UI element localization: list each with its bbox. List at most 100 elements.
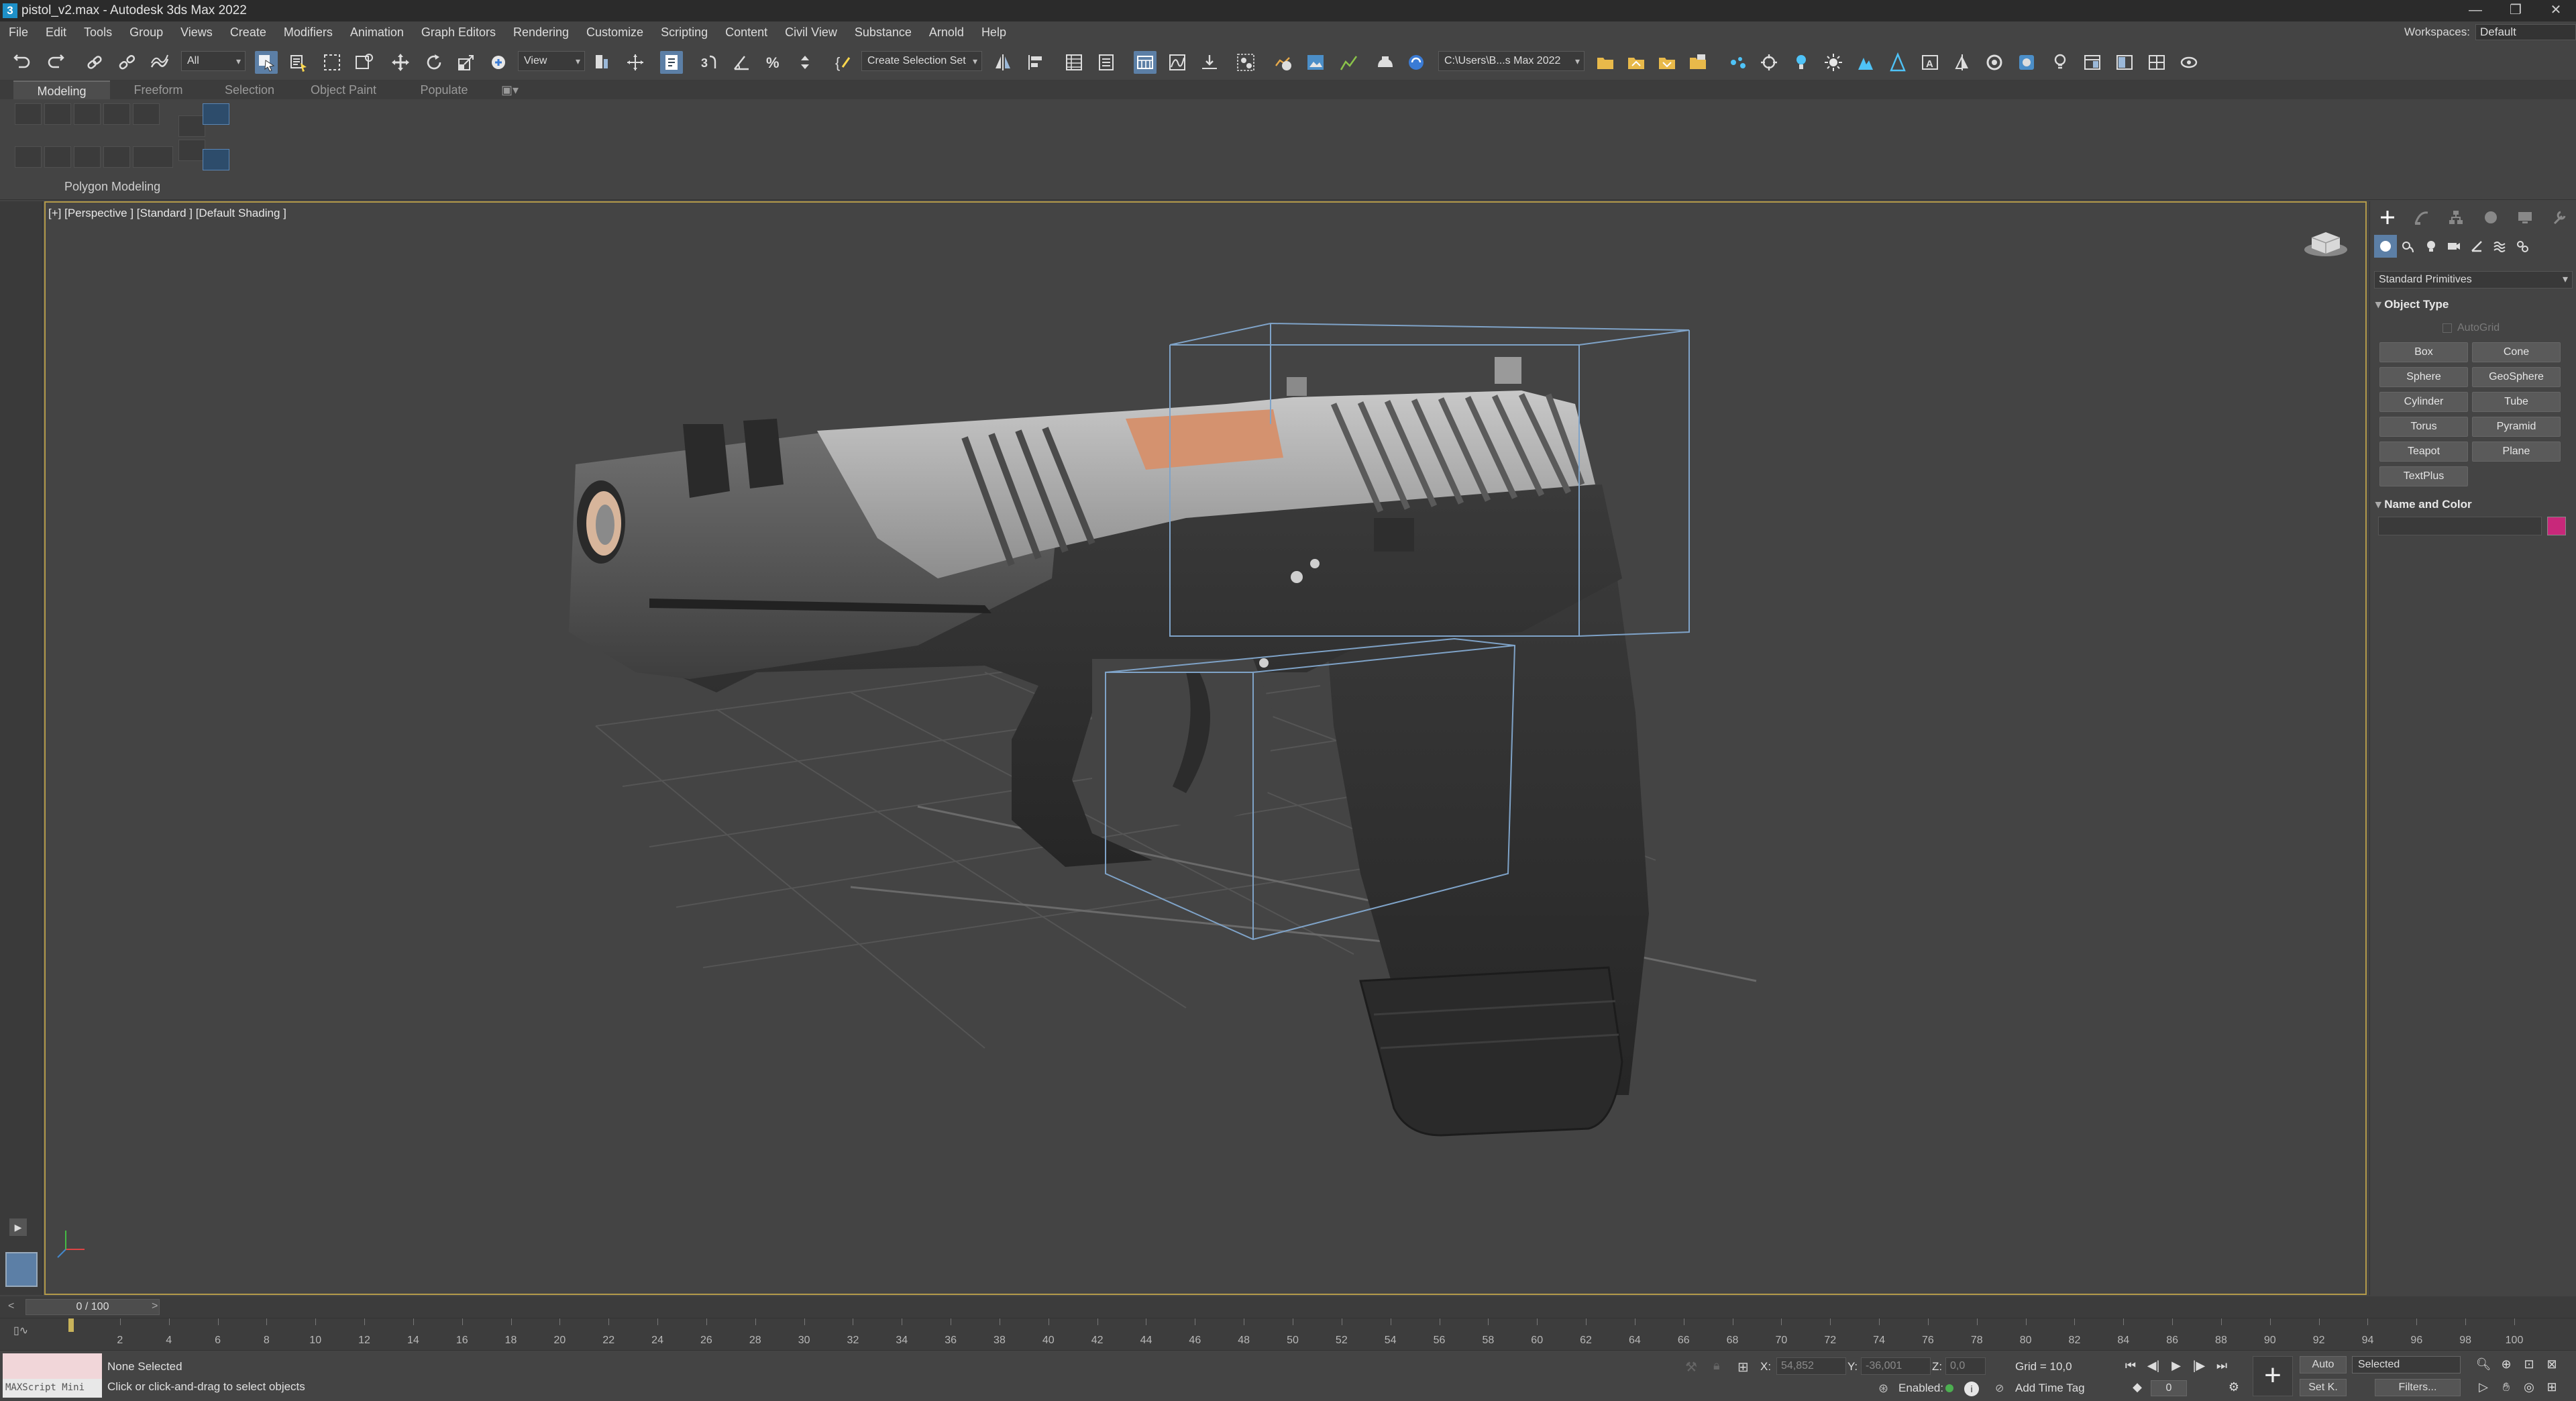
selection-lock-icon[interactable]: 🔒︎ — [1713, 1359, 1720, 1373]
project-folder-dropdown[interactable]: C:\Users\B...s Max 2022 — [1438, 51, 1585, 71]
cameras-category-icon[interactable] — [2443, 235, 2465, 258]
menu-civil-view[interactable]: Civil View — [776, 21, 846, 43]
geosphere-button[interactable]: GeoSphere — [2472, 367, 2561, 387]
lights-category-icon[interactable] — [2420, 235, 2443, 258]
menu-file[interactable]: File — [0, 21, 37, 43]
menu-views[interactable]: Views — [172, 21, 221, 43]
edit-named-selection-icon[interactable]: { — [832, 51, 855, 74]
teapot-button[interactable]: Teapot — [2379, 442, 2468, 462]
arnold-export-icon[interactable] — [2113, 51, 2136, 74]
time-tag-icon[interactable]: ⊘ — [1995, 1382, 2004, 1395]
adaptive-degradation-icon[interactable]: ⊛ — [1878, 1382, 1888, 1396]
render-icon[interactable] — [1338, 51, 1360, 74]
bind-space-warp-icon[interactable] — [148, 51, 170, 74]
selection-filter-dropdown[interactable]: All — [181, 51, 246, 71]
select-and-manipulate-icon[interactable] — [624, 51, 647, 74]
toggle-scene-explorer-icon[interactable] — [1063, 51, 1085, 74]
restore-icon[interactable]: ❐ — [2496, 0, 2536, 21]
previous-modifier-button[interactable] — [178, 115, 205, 137]
next-frame-icon[interactable]: |▶ — [2190, 1357, 2208, 1373]
use-nurms-button[interactable] — [103, 103, 130, 125]
edit-poly-mode-button[interactable] — [15, 103, 42, 125]
undo-icon[interactable] — [11, 51, 34, 74]
systems-category-icon[interactable] — [2511, 235, 2534, 258]
zoom-all-icon[interactable]: ⊕ — [2497, 1356, 2516, 1372]
mini-curve-editor-icon[interactable]: ▯∿ — [13, 1324, 28, 1337]
curve-editor-icon[interactable] — [1166, 51, 1189, 74]
set-key-big-icon[interactable]: + — [2253, 1356, 2293, 1396]
arnold-render-view-icon[interactable] — [2081, 51, 2104, 74]
cylinder-button[interactable]: Cylinder — [2379, 392, 2468, 412]
arnold-viewport-icon[interactable] — [2145, 51, 2168, 74]
add-time-tag-button[interactable]: Add Time Tag — [2015, 1382, 2085, 1395]
polygon-modeling-panel-label[interactable]: Polygon Modeling — [64, 180, 160, 194]
maximize-viewport-icon[interactable]: ⊞ — [2542, 1379, 2561, 1395]
tab-modeling[interactable]: Modeling — [13, 81, 110, 99]
enabled-status-dot[interactable] — [1945, 1384, 1953, 1392]
align-icon[interactable] — [1025, 51, 1048, 74]
x-coord-field[interactable]: 54,852 — [1776, 1357, 1846, 1375]
scene-converter-icon[interactable] — [1758, 51, 1780, 74]
key-filters-button[interactable]: Filters... — [2375, 1379, 2461, 1396]
tube-button[interactable]: Tube — [2472, 392, 2561, 412]
field-of-view-icon[interactable]: ▷ — [2474, 1379, 2493, 1395]
arnold-materials-icon[interactable] — [2015, 51, 2038, 74]
reference-coordinate-dropdown[interactable]: View — [518, 51, 585, 71]
rendered-frame-window-icon[interactable] — [1304, 51, 1327, 74]
link-icon[interactable] — [83, 51, 106, 74]
ribbon-options-icon[interactable]: ▣▾ — [496, 81, 523, 99]
menu-substance[interactable]: Substance — [846, 21, 920, 43]
collapse-stack-button[interactable] — [133, 103, 160, 125]
edge-mode-button[interactable] — [44, 146, 71, 168]
percent-snap-icon[interactable]: % — [762, 51, 785, 74]
box-button[interactable]: Box — [2379, 342, 2468, 362]
time-slider-prev-icon[interactable]: < — [8, 1300, 14, 1312]
named-selection-dropdown[interactable]: Create Selection Set — [861, 51, 982, 71]
textplus-button[interactable]: TextPlus — [2379, 466, 2468, 486]
spinner-snap-icon[interactable] — [794, 51, 817, 74]
modify-tab-icon[interactable] — [2404, 204, 2438, 231]
constraint-button[interactable] — [44, 103, 71, 125]
schematic-view-icon[interactable] — [1198, 51, 1221, 74]
current-frame-field[interactable]: 0 — [2151, 1380, 2187, 1396]
motion-tab-icon[interactable] — [2473, 204, 2508, 231]
render-in-cloud-icon[interactable] — [1405, 51, 1428, 74]
tab-freeform[interactable]: Freeform — [110, 81, 207, 99]
snaps-toggle-icon[interactable]: 3 — [698, 51, 720, 74]
unlink-icon[interactable] — [115, 51, 138, 74]
y-coord-field[interactable]: -36,001 — [1861, 1357, 1931, 1375]
cone-button[interactable]: Cone — [2472, 342, 2561, 362]
zoom-extents-icon[interactable]: ⊡ — [2520, 1356, 2538, 1372]
arnold-render-icon[interactable] — [1854, 51, 1877, 74]
utilities-tab-icon[interactable] — [2542, 204, 2576, 231]
show-end-result-button[interactable] — [203, 103, 229, 125]
play-icon[interactable]: ▶ — [2167, 1357, 2186, 1373]
polygon-mode-button[interactable] — [103, 146, 130, 168]
object-type-rollout-title[interactable]: Object Type — [2375, 298, 2449, 311]
sun-positioner-icon[interactable] — [1822, 51, 1845, 74]
project-browser-icon[interactable] — [1686, 51, 1709, 74]
time-slider-thumb[interactable]: 0 / 100 — [25, 1299, 160, 1315]
menu-modifiers[interactable]: Modifiers — [275, 21, 341, 43]
expand-layouts-icon[interactable]: ▶ — [9, 1218, 27, 1236]
viewcube-icon[interactable] — [2302, 223, 2349, 263]
arnold-shader-icon[interactable]: A — [1919, 51, 1941, 74]
plane-button[interactable]: Plane — [2472, 442, 2561, 462]
mirror-icon[interactable] — [991, 51, 1014, 74]
menu-create[interactable]: Create — [221, 21, 275, 43]
zoom-icon[interactable]: 🔍︎ — [2474, 1356, 2493, 1372]
pivot-center-icon[interactable] — [590, 51, 613, 74]
menu-edit[interactable]: Edit — [37, 21, 75, 43]
menu-group[interactable]: Group — [121, 21, 172, 43]
tab-object-paint[interactable]: Object Paint — [295, 81, 392, 99]
name-and-color-rollout-title[interactable]: Name and Color — [2375, 498, 2471, 511]
track-bar[interactable]: ▯∿ 2 4 6 8 10 12 14 16 18 20 22 24 26 28 30 32 34 36 38 40 4… — [0, 1318, 2576, 1350]
toggle-ribbon-icon[interactable] — [1134, 51, 1157, 74]
set-key-button[interactable]: Set K. — [2300, 1379, 2347, 1396]
minimize-icon[interactable]: — — [2455, 0, 2496, 21]
previous-frame-icon[interactable]: ◀| — [2144, 1357, 2163, 1373]
space-warps-category-icon[interactable] — [2488, 235, 2511, 258]
open-file-icon[interactable] — [1625, 51, 1648, 74]
close-icon[interactable]: ✕ — [2536, 0, 2576, 21]
go-to-start-icon[interactable]: ⏮ — [2121, 1357, 2140, 1373]
